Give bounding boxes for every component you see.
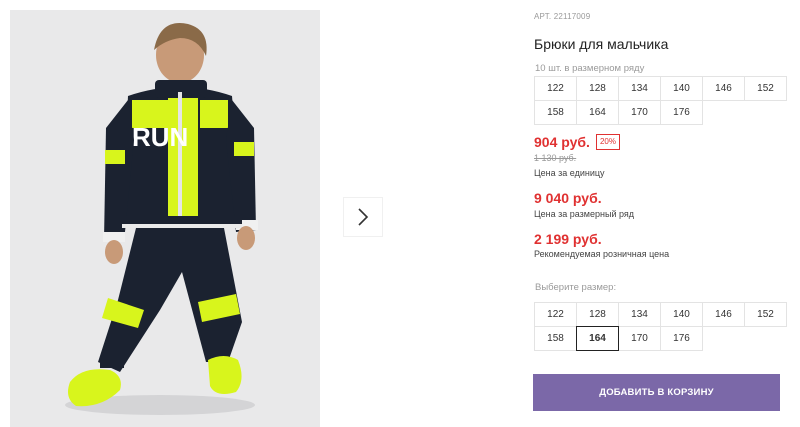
pack-size-cell: 164 bbox=[576, 100, 619, 125]
pack-size-grid: 122 128 134 140 146 152 158 164 170 176 bbox=[534, 76, 787, 125]
pack-size-cell: 134 bbox=[618, 76, 661, 101]
pack-size-cell: 170 bbox=[618, 100, 661, 125]
size-option[interactable]: 146 bbox=[702, 302, 745, 327]
size-option[interactable]: 134 bbox=[618, 302, 661, 327]
unit-price-row: 904 руб. 20% bbox=[534, 134, 620, 150]
product-title: Брюки для мальчика bbox=[534, 36, 669, 52]
gallery-next-button[interactable] bbox=[343, 197, 383, 237]
chevron-right-icon bbox=[358, 208, 369, 226]
pack-size-note: 10 шт. в размерном ряду bbox=[535, 63, 645, 74]
size-option[interactable]: 158 bbox=[534, 326, 577, 351]
series-price: 9 040 руб. bbox=[534, 190, 602, 206]
pack-size-cell: 146 bbox=[702, 76, 745, 101]
pack-size-cell: 128 bbox=[576, 76, 619, 101]
retail-price-caption: Рекомендуемая розничная цена bbox=[534, 249, 670, 259]
pack-size-cell: 122 bbox=[534, 76, 577, 101]
size-option-selected[interactable]: 164 bbox=[576, 326, 619, 351]
product-photo[interactable]: RUN bbox=[10, 10, 320, 427]
svg-text:RUN: RUN bbox=[132, 122, 188, 152]
old-price: 1 130 руб. bbox=[534, 153, 577, 163]
pack-size-cell: 158 bbox=[534, 100, 577, 125]
unit-price: 904 руб. bbox=[534, 134, 590, 150]
size-picker-grid: 122 128 134 140 146 152 158 164 170 176 bbox=[534, 302, 787, 351]
size-option[interactable]: 152 bbox=[744, 302, 787, 327]
choose-size-label: Выберите размер: bbox=[535, 282, 617, 293]
size-option[interactable]: 170 bbox=[618, 326, 661, 351]
discount-badge: 20% bbox=[595, 134, 620, 150]
size-option[interactable]: 140 bbox=[660, 302, 703, 327]
size-option[interactable]: 128 bbox=[576, 302, 619, 327]
pack-size-cell: 140 bbox=[660, 76, 703, 101]
add-to-cart-button[interactable]: ДОБАВИТЬ В КОРЗИНУ bbox=[533, 374, 780, 411]
size-option[interactable]: 122 bbox=[534, 302, 577, 327]
product-sku: АРТ. 22117009 bbox=[534, 12, 591, 21]
retail-price: 2 199 руб. bbox=[534, 231, 602, 247]
boy-in-tracksuit-image: RUN bbox=[10, 10, 320, 427]
size-option[interactable]: 176 bbox=[660, 326, 703, 351]
series-price-caption: Цена за размерный ряд bbox=[534, 209, 635, 219]
unit-price-caption: Цена за единицу bbox=[534, 168, 605, 178]
page-margin bbox=[0, 0, 10, 427]
pack-size-cell: 152 bbox=[744, 76, 787, 101]
pack-size-cell: 176 bbox=[660, 100, 703, 125]
